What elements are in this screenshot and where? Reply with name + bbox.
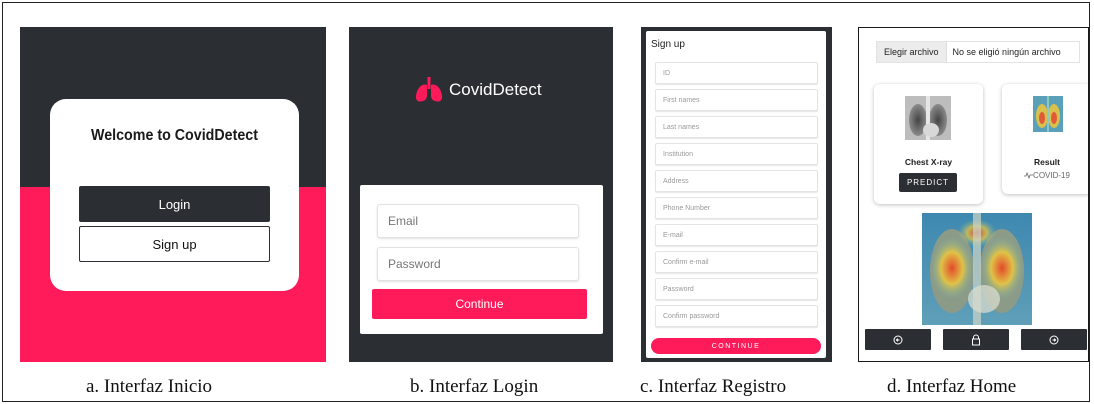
screen-home: Elegir archivo No se eligió ningún archi… (858, 27, 1089, 362)
xray-title: Chest X-ray (904, 157, 953, 167)
confirm-password-field[interactable]: Confirm password (655, 305, 818, 327)
lock-icon (972, 334, 980, 345)
password-field[interactable]: Password (377, 247, 579, 281)
signup-heading: Sign up (651, 39, 685, 50)
caption-registro: c. Interfaz Registro (640, 376, 787, 397)
file-input[interactable]: Elegir archivo No se eligió ningún archi… (876, 41, 1080, 63)
signup-form: Sign up ID First names Last names Instit… (646, 31, 826, 358)
email-field[interactable]: E-mail (655, 224, 818, 246)
caption-login: b. Interfaz Login (410, 376, 539, 397)
predict-button[interactable]: PREDICT (899, 173, 957, 192)
forward-button[interactable] (1021, 329, 1087, 350)
signup-button[interactable]: Sign up (79, 226, 270, 262)
heatmap-xray-image (922, 213, 1032, 325)
brand: CovidDetect (415, 77, 542, 103)
result-card: Result COVID-19 (1002, 84, 1088, 194)
caption-home: d. Interfaz Home (887, 376, 1017, 397)
institution-field[interactable]: Institution (655, 143, 818, 165)
confirm-email-field[interactable]: Confirm e-mail (655, 251, 818, 273)
xray-card: Chest X-ray PREDICT (874, 84, 983, 204)
back-button[interactable] (865, 329, 931, 350)
login-button[interactable]: Login (79, 186, 270, 222)
id-field[interactable]: ID (655, 62, 818, 84)
screen-registro: Sign up ID First names Last names Instit… (641, 27, 832, 362)
screen-inicio: Welcome to CovidDetect Login Sign up (20, 27, 326, 362)
result-value: COVID-19 (1033, 171, 1070, 180)
choose-file-button[interactable]: Elegir archivo (877, 42, 947, 62)
arrow-left-circle-icon (893, 335, 903, 344)
chest-xray-image (905, 96, 951, 140)
signup-fields: ID First names Last names Institution Ad… (655, 62, 818, 332)
caption-inicio: a. Interfaz Inicio (86, 376, 213, 397)
welcome-card: Welcome to CovidDetect Login Sign up (50, 99, 299, 291)
first-names-field[interactable]: First names (655, 89, 818, 111)
bottom-navigation (859, 326, 1088, 354)
arrow-right-circle-icon (1049, 335, 1059, 344)
screen-login: CovidDetect Email Password Continue (349, 27, 613, 362)
last-names-field[interactable]: Last names (655, 116, 818, 138)
continue-button[interactable]: CONTINUE (651, 338, 821, 354)
email-field[interactable]: Email (377, 204, 579, 238)
address-field[interactable]: Address (655, 170, 818, 192)
result-title: Result (1034, 157, 1060, 167)
continue-button[interactable]: Continue (372, 289, 587, 319)
result-heatmap-image (1033, 96, 1063, 132)
lock-button[interactable] (943, 329, 1009, 350)
welcome-title: Welcome to CovidDetect (91, 127, 258, 144)
lungs-icon (415, 77, 443, 102)
file-status: No se eligió ningún archivo (952, 47, 1061, 57)
login-form: Email Password Continue (360, 185, 603, 334)
result-value-row: COVID-19 (1002, 171, 1088, 180)
pulse-icon (1024, 172, 1034, 180)
password-field[interactable]: Password (655, 278, 818, 300)
phone-number-field[interactable]: Phone Number (655, 197, 818, 219)
brand-name: CovidDetect (449, 80, 542, 99)
